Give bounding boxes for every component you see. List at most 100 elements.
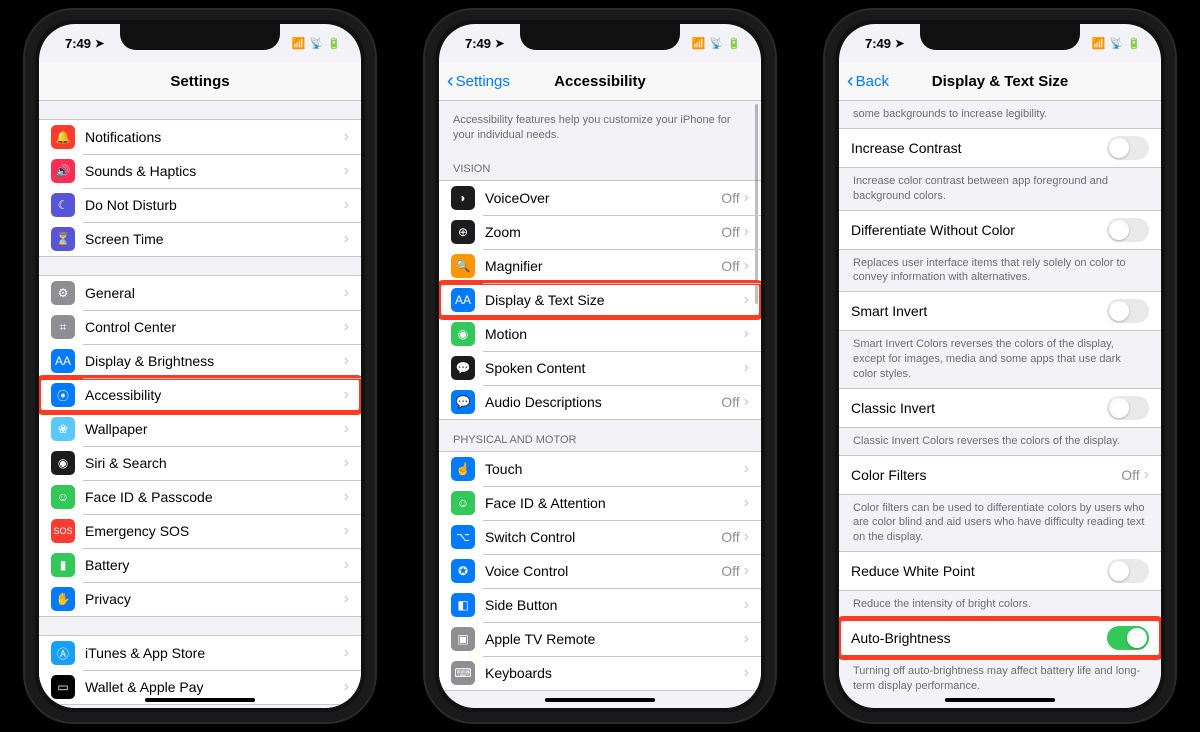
chevron-right-icon: › — [344, 678, 349, 696]
wallet-apple-pay-icon: ▭ — [51, 675, 75, 699]
chevron-right-icon: › — [344, 522, 349, 540]
accessibility-row-apple-tv-remote[interactable]: ▣Apple TV Remote› — [439, 622, 761, 656]
accessibility-row-voiceover[interactable]: ◗VoiceOverOff› — [439, 181, 761, 215]
row-label: Privacy — [85, 591, 344, 607]
back-button[interactable]: ‹ Settings — [447, 71, 510, 91]
row-reduce-white-point[interactable]: Reduce White Point — [839, 552, 1161, 590]
accessibility-row-side-button[interactable]: ◧Side Button› — [439, 588, 761, 622]
chevron-right-icon: › — [744, 664, 749, 682]
settings-row-emergency-sos[interactable]: SOSEmergency SOS› — [39, 514, 361, 548]
chevron-right-icon: › — [344, 488, 349, 506]
accessibility-row-keyboards[interactable]: ⌨Keyboards› — [439, 656, 761, 690]
footer-note: Increase color contrast between app fore… — [839, 168, 1161, 210]
settings-row-privacy[interactable]: ✋Privacy› — [39, 582, 361, 616]
keyboards-icon: ⌨ — [451, 661, 475, 685]
accessibility-row-magnifier[interactable]: 🔍MagnifierOff› — [439, 249, 761, 283]
toggle-classic-invert[interactable] — [1107, 396, 1149, 420]
settings-row-siri-search[interactable]: ◉Siri & Search› — [39, 446, 361, 480]
accessibility-row-audio-descriptions[interactable]: 💬Audio DescriptionsOff› — [439, 385, 761, 419]
accessibility-row-touch[interactable]: ☝Touch› — [439, 452, 761, 486]
chevron-right-icon: › — [344, 162, 349, 180]
settings-row-general[interactable]: ⚙︎General› — [39, 276, 361, 310]
toggle-auto-brightness[interactable] — [1107, 626, 1149, 650]
home-indicator[interactable] — [545, 698, 655, 702]
row-label: Do Not Disturb — [85, 197, 344, 213]
row-label: Control Center — [85, 319, 344, 335]
voice-control-icon: ✪ — [451, 559, 475, 583]
settings-row-control-center[interactable]: ⌗Control Center› — [39, 310, 361, 344]
settings-row-display-brightness[interactable]: AADisplay & Brightness› — [39, 344, 361, 378]
accessibility-row-motion[interactable]: ◉Motion› — [439, 317, 761, 351]
chevron-left-icon: ‹ — [847, 71, 854, 91]
settings-list[interactable]: 🔔Notifications›🔊Sounds & Haptics›☾Do Not… — [39, 101, 361, 708]
toggle-reduce-white-point[interactable] — [1107, 559, 1149, 583]
settings-row-sounds-haptics[interactable]: 🔊Sounds & Haptics› — [39, 154, 361, 188]
toggle-increase-contrast[interactable] — [1107, 136, 1149, 160]
footer-note: Reduce the intensity of bright colors. — [839, 591, 1161, 618]
notch — [520, 24, 680, 50]
settings-row-accessibility[interactable]: ⦿Accessibility› — [39, 378, 361, 412]
settings-row-wallpaper[interactable]: ❀Wallpaper› — [39, 412, 361, 446]
accessibility-list[interactable]: Accessibility features help you customiz… — [439, 101, 761, 708]
screen: 7:49 ➤ 📶 📡 🔋 Settings 🔔Notifications›🔊So… — [39, 24, 361, 708]
settings-row-itunes-app-store[interactable]: ⒶiTunes & App Store› — [39, 636, 361, 670]
setting-cell-smart-invert: Smart Invert — [839, 291, 1161, 331]
chevron-right-icon: › — [744, 359, 749, 377]
footer-note: Replaces user interface items that rely … — [839, 250, 1161, 292]
row-label: Classic Invert — [851, 400, 1107, 416]
setting-cell-reduce-white-point: Reduce White Point — [839, 551, 1161, 591]
screen: 7:49 ➤ 📶 📡 🔋 ‹ Settings Accessibility Ac… — [439, 24, 761, 708]
accessibility-row-zoom[interactable]: ⊕ZoomOff› — [439, 215, 761, 249]
wifi-icon: 📡 — [1110, 37, 1124, 50]
settings-row-screen-time[interactable]: ⏳Screen Time› — [39, 222, 361, 256]
itunes-app-store-icon: Ⓐ — [51, 641, 75, 665]
setting-cell-classic-invert: Classic Invert — [839, 388, 1161, 428]
toggle-smart-invert[interactable] — [1107, 299, 1149, 323]
row-smart-invert[interactable]: Smart Invert — [839, 292, 1161, 330]
display-text-list[interactable]: some backgrounds to increase legibility.… — [839, 101, 1161, 708]
screen-time-icon: ⏳ — [51, 227, 75, 251]
footer-note: Classic Invert Colors reverses the color… — [839, 428, 1161, 455]
accessibility-row-spoken-content[interactable]: 💬Spoken Content› — [439, 351, 761, 385]
row-label: Audio Descriptions — [485, 394, 721, 410]
nav-bar: ‹ Settings Accessibility — [439, 62, 761, 101]
accessibility-row-face-id-attention[interactable]: ☺Face ID & Attention› — [439, 486, 761, 520]
section-header-physical-and-motor: PHYSICAL AND MOTOR — [439, 420, 761, 451]
chevron-right-icon: › — [744, 528, 749, 546]
accessibility-row-display-text-size[interactable]: AADisplay & Text Size› — [439, 283, 761, 317]
row-label: Side Button — [485, 597, 744, 613]
row-differentiate-without-color[interactable]: Differentiate Without Color — [839, 211, 1161, 249]
magnifier-icon: 🔍 — [451, 254, 475, 278]
accessibility-row-voice-control[interactable]: ✪Voice ControlOff› — [439, 554, 761, 588]
back-button[interactable]: ‹ Back — [847, 71, 889, 91]
row-label: Increase Contrast — [851, 140, 1107, 156]
row-increase-contrast[interactable]: Increase Contrast — [839, 129, 1161, 167]
settings-row-notifications[interactable]: 🔔Notifications› — [39, 120, 361, 154]
row-label: Wallpaper — [85, 421, 344, 437]
settings-row-do-not-disturb[interactable]: ☾Do Not Disturb› — [39, 188, 361, 222]
wifi-icon: 📡 — [710, 37, 724, 50]
clock: 7:49 — [65, 36, 91, 51]
accessibility-row-switch-control[interactable]: ⌥Switch ControlOff› — [439, 520, 761, 554]
toggle-knob — [1109, 398, 1129, 418]
battery-icon: 🔋 — [327, 37, 341, 50]
settings-row-face-id-passcode[interactable]: ☺Face ID & Passcode› — [39, 480, 361, 514]
row-classic-invert[interactable]: Classic Invert — [839, 389, 1161, 427]
toggle-knob — [1127, 628, 1147, 648]
row-value: Off — [721, 529, 739, 545]
home-indicator[interactable] — [145, 698, 255, 702]
emergency-sos-icon: SOS — [51, 519, 75, 543]
general-icon: ⚙︎ — [51, 281, 75, 305]
row-label: Siri & Search — [85, 455, 344, 471]
settings-row-battery[interactable]: ▮Battery› — [39, 548, 361, 582]
row-color-filters[interactable]: Color FiltersOff› — [839, 456, 1161, 494]
row-auto-brightness[interactable]: Auto-Brightness — [839, 619, 1161, 657]
row-label: Smart Invert — [851, 303, 1107, 319]
footer-note: Smart Invert Colors reverses the colors … — [839, 331, 1161, 388]
location-icon: ➤ — [495, 37, 504, 50]
toggle-differentiate-without-color[interactable] — [1107, 218, 1149, 242]
row-label: Display & Text Size — [485, 292, 744, 308]
signal-icon: 📶 — [692, 37, 706, 50]
home-indicator[interactable] — [945, 698, 1055, 702]
nav-title: Accessibility — [554, 73, 646, 90]
